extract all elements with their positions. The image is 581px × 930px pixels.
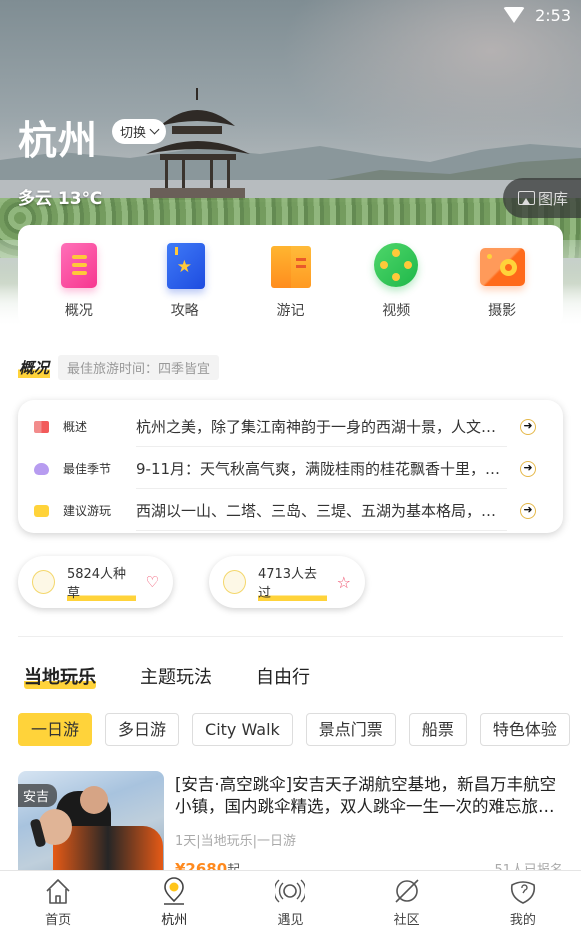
overview-tag: 概况 xyxy=(18,357,51,378)
switch-label: 切换 xyxy=(120,126,147,141)
shopping-bag-icon xyxy=(34,421,49,433)
quick-nav-overview[interactable]: 概况 xyxy=(34,225,124,327)
status-time: 2:53 xyxy=(535,5,571,25)
want-count: 5824人种草 xyxy=(66,563,136,601)
avatar xyxy=(223,570,246,594)
visited-pill[interactable]: 4713人去过 ☆ xyxy=(209,556,365,608)
planet-icon xyxy=(392,877,422,905)
pavilion-image xyxy=(146,88,250,200)
visited-count: 4713人去过 xyxy=(257,563,327,601)
nav-label: 杭州 xyxy=(161,913,188,928)
heart-icon[interactable]: ♡ xyxy=(146,573,159,591)
info-text: 9-11月：天气秋高气爽，满陇桂雨的桂花飘香十里，景色宜人 xyxy=(136,459,511,478)
filter-chips: 一日游 多日游 City Walk 景点门票 船票 特色体验 xyxy=(18,713,570,746)
product-image: 安吉 xyxy=(18,771,164,881)
open-book-icon xyxy=(267,243,313,289)
arrow-right-icon[interactable]: ➜ xyxy=(520,503,536,519)
product-title: [安吉·高空跳伞]安吉天子湖航空基地，新昌万丰航空小镇，国内跳伞精选，双人跳伞一… xyxy=(175,775,557,816)
info-label: 建议游玩 xyxy=(63,503,112,518)
quick-nav-card: 概况 ★ 攻略 游记 视频 摄影 xyxy=(18,225,563,327)
chip-tickets[interactable]: 景点门票 xyxy=(305,713,396,746)
home-icon xyxy=(43,877,73,905)
star-icon[interactable]: ☆ xyxy=(337,573,351,592)
document-icon xyxy=(56,243,102,289)
section-divider xyxy=(18,636,563,637)
nav-label: 我的 xyxy=(509,913,536,928)
nav-meet[interactable]: 遇见 xyxy=(245,871,335,930)
profile-icon xyxy=(508,877,538,905)
want-to-go-pill[interactable]: 5824人种草 ♡ xyxy=(18,556,173,608)
chip-city-walk[interactable]: City Walk xyxy=(192,713,293,746)
chip-boat-tickets[interactable]: 船票 xyxy=(408,713,467,746)
chip-special[interactable]: 特色体验 xyxy=(479,713,570,746)
info-label: 最佳季节 xyxy=(63,461,112,476)
quick-nav-video[interactable]: 视频 xyxy=(351,225,441,327)
quick-nav-label: 摄影 xyxy=(488,303,517,319)
guidebook-icon: ★ xyxy=(162,243,208,289)
quick-nav-label: 游记 xyxy=(276,303,305,319)
quick-nav-label: 攻略 xyxy=(170,303,199,319)
chip-multi-day[interactable]: 多日游 xyxy=(105,713,180,746)
weather-info: 多云 13℃ xyxy=(18,189,103,209)
cloud-icon xyxy=(34,463,49,475)
avatar xyxy=(32,570,55,594)
best-travel-time: 最佳旅游时间：四季皆宜 xyxy=(58,355,220,380)
overview-header: 概况 最佳旅游时间：四季皆宜 xyxy=(18,355,220,380)
info-row-best-season[interactable]: 最佳季节 9-11月：天气秋高气爽，满陇桂雨的桂花飘香十里，景色宜人 ➜ xyxy=(18,447,563,489)
switch-city-button[interactable]: 切换 xyxy=(112,119,167,144)
info-row-suggestion[interactable]: 建议游玩 西湖以一山、二塔、三岛、三堤、五湖为基本格局，建议游玩两到三天 ➜ xyxy=(18,489,563,531)
location-pin-icon xyxy=(159,877,189,905)
image-icon xyxy=(518,191,535,205)
nav-label: 遇见 xyxy=(277,913,304,928)
product-meta: 1天|当地玩乐|一日游 xyxy=(175,834,297,849)
quick-nav-travelogue[interactable]: 游记 xyxy=(245,225,335,327)
tab-local-fun[interactable]: 当地玩乐 xyxy=(24,663,96,689)
row-divider xyxy=(136,530,507,531)
arrow-right-icon[interactable]: ➜ xyxy=(520,461,536,477)
nav-profile[interactable]: 我的 xyxy=(478,871,568,930)
product-card[interactable]: 安吉 [安吉·高空跳伞]安吉天子湖航空基地，新昌万丰航空小镇，国内跳伞精选，双人… xyxy=(18,771,563,881)
gallery-label: 图库 xyxy=(538,189,569,208)
signal-icon xyxy=(273,877,307,905)
camera-icon xyxy=(479,243,526,289)
info-text: 西湖以一山、二塔、三岛、三堤、五湖为基本格局，建议游玩两到三天 xyxy=(136,501,511,520)
quick-nav-label: 概况 xyxy=(64,303,93,319)
arrow-right-icon[interactable]: ➜ xyxy=(520,419,536,435)
chip-one-day[interactable]: 一日游 xyxy=(18,713,93,746)
nav-label: 社区 xyxy=(393,913,420,928)
overview-info-card: 概述 杭州之美，除了集江南神韵于一身的西湖十景，人文景观也丰富多彩 ➜ 最佳季节… xyxy=(18,400,563,533)
city-title: 杭州 xyxy=(18,119,99,164)
wifi-icon xyxy=(503,7,526,23)
nav-community[interactable]: 社区 xyxy=(362,871,452,930)
location-tag: 安吉 xyxy=(18,784,58,807)
status-bar: 2:53 xyxy=(503,4,571,26)
info-label: 概述 xyxy=(63,419,88,434)
info-row-summary[interactable]: 概述 杭州之美，除了集江南神韵于一身的西湖十景，人文景观也丰富多彩 ➜ xyxy=(18,405,563,447)
nav-home[interactable]: 首页 xyxy=(13,871,103,930)
tab-free-travel[interactable]: 自由行 xyxy=(256,663,310,689)
info-text: 杭州之美，除了集江南神韵于一身的西湖十景，人文景观也丰富多彩 xyxy=(136,417,511,436)
quick-nav-photography[interactable]: 摄影 xyxy=(457,225,547,327)
nav-city[interactable]: 杭州 xyxy=(129,871,219,930)
quick-nav-guide[interactable]: ★ 攻略 xyxy=(140,225,230,327)
film-reel-icon xyxy=(373,243,419,289)
envelope-icon xyxy=(34,505,49,517)
bottom-navigation: 首页 杭州 遇见 社区 我的 xyxy=(0,870,581,930)
nav-label: 首页 xyxy=(45,913,72,928)
chevron-down-icon xyxy=(149,124,160,135)
gallery-button[interactable]: 图库 xyxy=(503,178,581,218)
quick-nav-label: 视频 xyxy=(382,303,411,319)
category-tabs: 当地玩乐 主题玩法 自由行 xyxy=(24,663,310,689)
tab-theme[interactable]: 主题玩法 xyxy=(140,663,212,689)
